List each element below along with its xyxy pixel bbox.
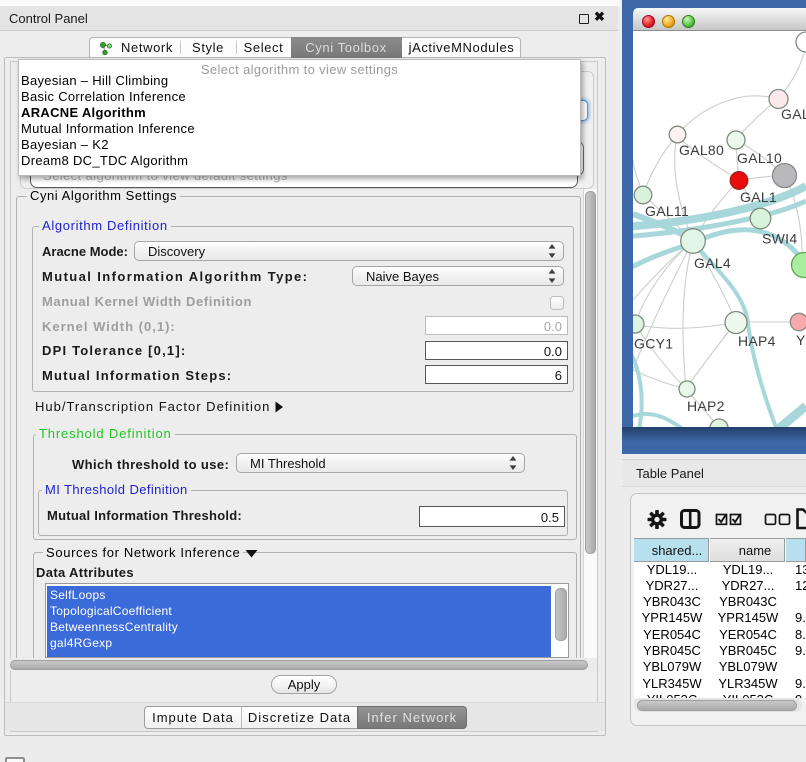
svg-text:GAL80: GAL80 bbox=[679, 142, 724, 158]
svg-text:GCY1: GCY1 bbox=[634, 336, 673, 352]
svg-text:HAP2: HAP2 bbox=[687, 398, 725, 414]
svg-text:SWI4: SWI4 bbox=[762, 231, 797, 247]
svg-text:YEL: YEL bbox=[796, 332, 806, 348]
svg-text:GAL11: GAL11 bbox=[645, 203, 689, 219]
svg-text:GAL1: GAL1 bbox=[740, 189, 777, 205]
svg-text:GAL10: GAL10 bbox=[737, 150, 782, 166]
svg-text:HAP4: HAP4 bbox=[738, 333, 776, 349]
svg-text:GAL4: GAL4 bbox=[694, 255, 731, 271]
svg-text:GAL7: GAL7 bbox=[781, 106, 806, 122]
